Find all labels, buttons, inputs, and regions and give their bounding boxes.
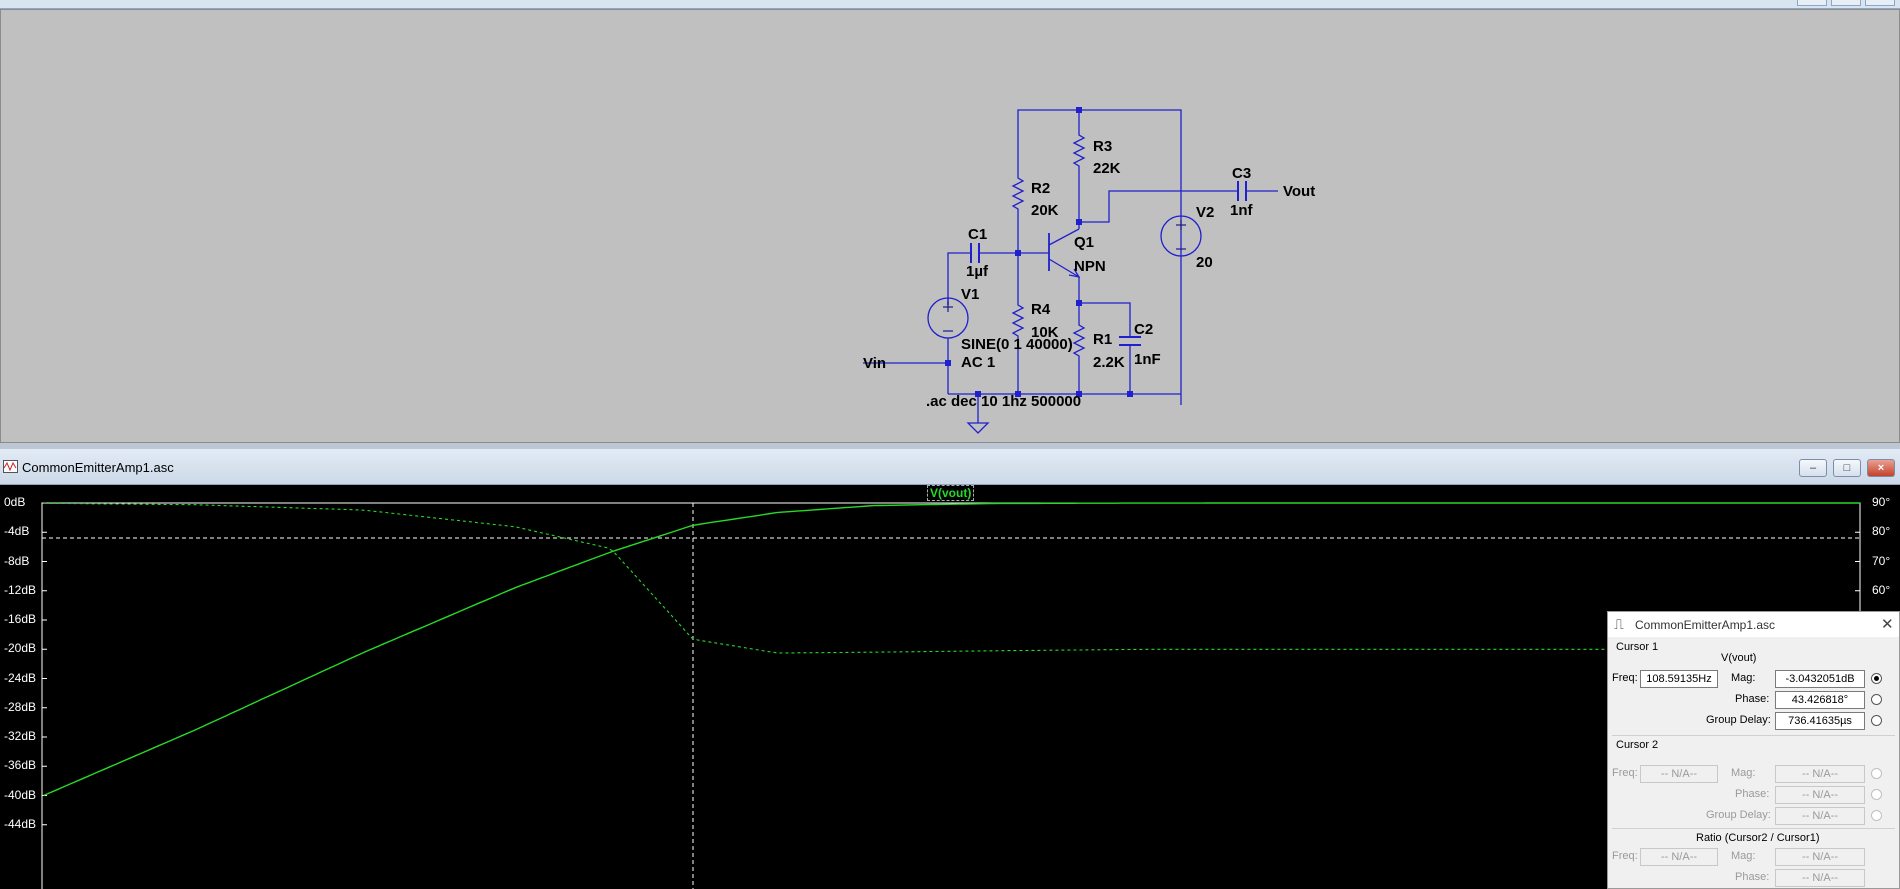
ratio-phase-field: -- N/A-- <box>1775 869 1865 887</box>
v1-name: V1 <box>961 286 979 303</box>
cursor-dialog-icon: ⎍ <box>1614 616 1624 632</box>
cursor1-freq-label: Freq: <box>1612 672 1638 684</box>
v2-name: V2 <box>1196 204 1214 221</box>
cursor2-gd-radio[interactable] <box>1871 810 1882 821</box>
waveform-titlebar: CommonEmitterAmp1.asc ‒ □ × <box>0 449 1900 485</box>
vin-label: Vin <box>863 355 886 372</box>
ratio-group-label: Ratio (Cursor2 / Cursor1) <box>1696 832 1820 844</box>
waveform-app-icon <box>3 460 18 473</box>
ratio-freq-field: -- N/A-- <box>1640 848 1718 866</box>
cursor2-freq-label: Freq: <box>1612 767 1638 779</box>
separator-line <box>1612 735 1895 736</box>
r2-value: 20K <box>1031 202 1059 219</box>
r4-name: R4 <box>1031 301 1051 318</box>
cursor2-gd-field: -- N/A-- <box>1775 807 1865 825</box>
r3-name: R3 <box>1093 138 1112 155</box>
y-left-tick-label: -8dB <box>4 553 30 568</box>
parent-close-button[interactable] <box>1865 0 1895 6</box>
q1-name: Q1 <box>1074 234 1094 251</box>
v1-ac-spec: AC 1 <box>961 354 995 371</box>
r1-name: R1 <box>1093 331 1112 348</box>
parent-window-strip <box>0 0 1900 9</box>
y-right-tick-label: 80° <box>1872 524 1891 539</box>
waveform-title: CommonEmitterAmp1.asc <box>22 460 174 475</box>
c2-value: 1nF <box>1134 351 1161 368</box>
cursor2-mag-field: -- N/A-- <box>1775 765 1865 783</box>
y-left-tick-label: -44dB <box>4 816 37 831</box>
cursor2-mag-radio[interactable] <box>1871 768 1882 779</box>
cursor1-mag-radio[interactable] <box>1871 673 1882 684</box>
r3-value: 22K <box>1093 160 1121 177</box>
cursor-dialog-title: CommonEmitterAmp1.asc <box>1635 618 1776 632</box>
y-left-tick-label: -36dB <box>4 758 37 773</box>
plot-minimize-button[interactable]: ‒ <box>1799 459 1827 477</box>
y-left-tick-label: -32dB <box>4 729 37 743</box>
ratio-mag-field: -- N/A-- <box>1775 848 1865 866</box>
cursor1-gd-label: Group Delay: <box>1706 714 1771 726</box>
r2-resistor <box>1011 174 1025 213</box>
y-right-tick-label: 60° <box>1872 582 1891 597</box>
v2-value: 20 <box>1196 254 1213 271</box>
plot-close-button[interactable]: × <box>1867 459 1895 477</box>
c3-value: 1nf <box>1230 202 1254 219</box>
cursor-dialog-titlebar: ⎍ CommonEmitterAmp1.asc ✕ <box>1608 612 1899 637</box>
cursor-dialog-close-icon[interactable]: ✕ <box>1881 615 1894 633</box>
vout-label: Vout <box>1283 183 1315 200</box>
y-left-tick-label: -24dB <box>4 670 37 685</box>
parent-minimize-button[interactable] <box>1797 0 1827 6</box>
cursor1-group-label: Cursor 1 <box>1616 641 1659 653</box>
cursor1-phase-field: 43.426818° <box>1775 691 1865 709</box>
cursor1-freq-field[interactable]: 108.59135Hz <box>1640 670 1718 688</box>
y-left-tick-label: -4dB <box>4 524 30 539</box>
schematic-canvas[interactable]: R3 22K C3 1nf Vout R2 20K V2 20 C1 1µf Q… <box>0 9 1900 443</box>
cursor2-phase-radio[interactable] <box>1871 789 1882 800</box>
r4-resistor <box>1011 301 1025 340</box>
c1-name: C1 <box>968 226 987 243</box>
y-left-tick-label: -12dB <box>4 582 37 597</box>
c1-value: 1µf <box>966 263 989 280</box>
cursor1-phase-label: Phase: <box>1735 693 1770 705</box>
cursor1-mag-field: -3.0432051dB <box>1775 670 1865 688</box>
q1-type: NPN <box>1074 258 1106 275</box>
ratio-mag-label: Mag: <box>1731 850 1756 862</box>
trace-label[interactable]: V(vout) <box>927 485 975 501</box>
v1-sine-spec: SINE(0 1 40000) <box>961 336 1073 353</box>
y-left-tick-label: 0dB <box>4 495 26 509</box>
schematic-drawing: R3 22K C3 1nf Vout R2 20K V2 20 C1 1µf Q… <box>863 107 1315 434</box>
cursor2-mag-label: Mag: <box>1731 767 1756 779</box>
y-left-tick-label: -20dB <box>4 641 37 656</box>
r1-resistor <box>1072 321 1086 360</box>
ratio-phase-label: Phase: <box>1735 871 1770 883</box>
ratio-freq-label: Freq: <box>1612 850 1638 862</box>
cursor1-mag-label: Mag: <box>1731 672 1756 684</box>
cursor1-trace: V(vout) <box>1721 652 1757 664</box>
cursor2-phase-label: Phase: <box>1735 788 1770 800</box>
cursor-dialog: ⎍ CommonEmitterAmp1.asc ✕ Cursor 1 V(vou… <box>1607 611 1900 889</box>
separator-line <box>1612 828 1895 829</box>
r2-name: R2 <box>1031 180 1050 197</box>
plot-maximize-button[interactable]: □ <box>1833 459 1861 477</box>
magnitude-trace <box>43 502 1860 797</box>
r3-resistor <box>1072 131 1086 170</box>
y-right-tick-label: 70° <box>1872 553 1891 568</box>
cursor2-phase-field: -- N/A-- <box>1775 786 1865 804</box>
r1-value: 2.2K <box>1093 354 1125 371</box>
cursor1-gd-field: 736.41635µs <box>1775 712 1865 730</box>
phase-trace <box>43 502 1860 654</box>
parent-maximize-button[interactable] <box>1831 0 1861 6</box>
y-left-tick-label: -40dB <box>4 787 37 802</box>
y-right-tick-label: 90° <box>1872 495 1891 509</box>
y-left-tick-label: -28dB <box>4 699 37 714</box>
c3-name: C3 <box>1232 165 1251 182</box>
cursor2-freq-field: -- N/A-- <box>1640 765 1718 783</box>
y-left-tick-label: -16dB <box>4 612 37 626</box>
cursor1-gd-radio[interactable] <box>1871 715 1882 726</box>
cursor2-group-label: Cursor 2 <box>1616 739 1659 751</box>
c2-name: C2 <box>1134 321 1153 338</box>
cursor1-phase-radio[interactable] <box>1871 694 1882 705</box>
plot-frame <box>41 502 1861 889</box>
cursor2-gd-label: Group Delay: <box>1706 809 1771 821</box>
ac-directive: .ac dec 10 1hz 500000 <box>926 393 1081 410</box>
